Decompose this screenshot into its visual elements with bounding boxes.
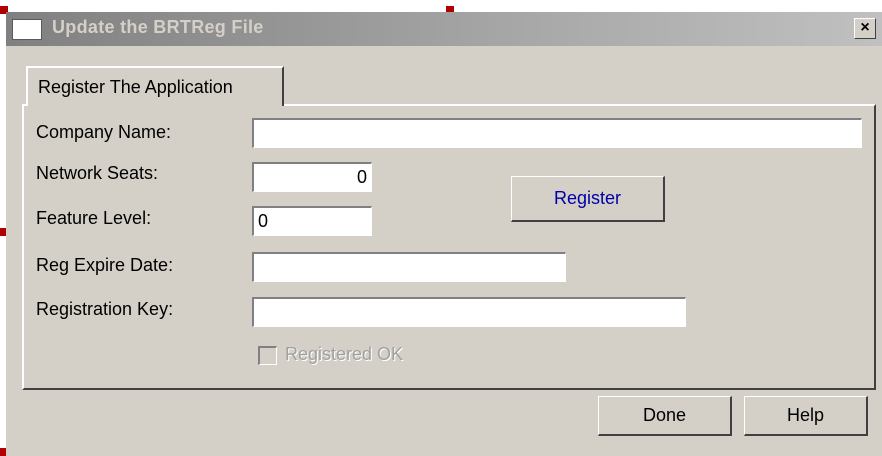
network-seats-field[interactable]: 0 <box>252 162 372 192</box>
tab-register-the-application[interactable]: Register The Application <box>26 66 284 106</box>
close-icon: × <box>860 19 870 36</box>
registration-key-label: Registration Key: <box>36 299 174 319</box>
company-name-label: Company Name: <box>36 122 172 142</box>
feature-level-label: Feature Level: <box>36 208 152 228</box>
window-title: Update the BRTReg File <box>52 17 264 37</box>
done-button[interactable]: Done <box>598 396 732 436</box>
network-seats-label: Network Seats: <box>36 163 159 183</box>
window-icon <box>12 19 42 40</box>
registration-key-field[interactable] <box>252 297 686 327</box>
company-name-field[interactable] <box>252 118 862 148</box>
help-button[interactable]: Help <box>744 396 868 436</box>
dialog-window: Update the BRTReg File × Register The Ap… <box>6 12 882 456</box>
registered-ok-checkbox[interactable] <box>258 346 277 365</box>
feature-level-field[interactable]: 0 <box>252 206 372 236</box>
register-button[interactable]: Register <box>511 176 665 222</box>
close-button[interactable]: × <box>854 18 876 39</box>
reg-expire-date-field[interactable] <box>252 252 566 282</box>
title-bar[interactable]: Update the BRTReg File × <box>6 12 882 46</box>
reg-expire-date-label: Reg Expire Date: <box>36 255 174 275</box>
registered-ok-label: Registered OK <box>285 344 404 364</box>
